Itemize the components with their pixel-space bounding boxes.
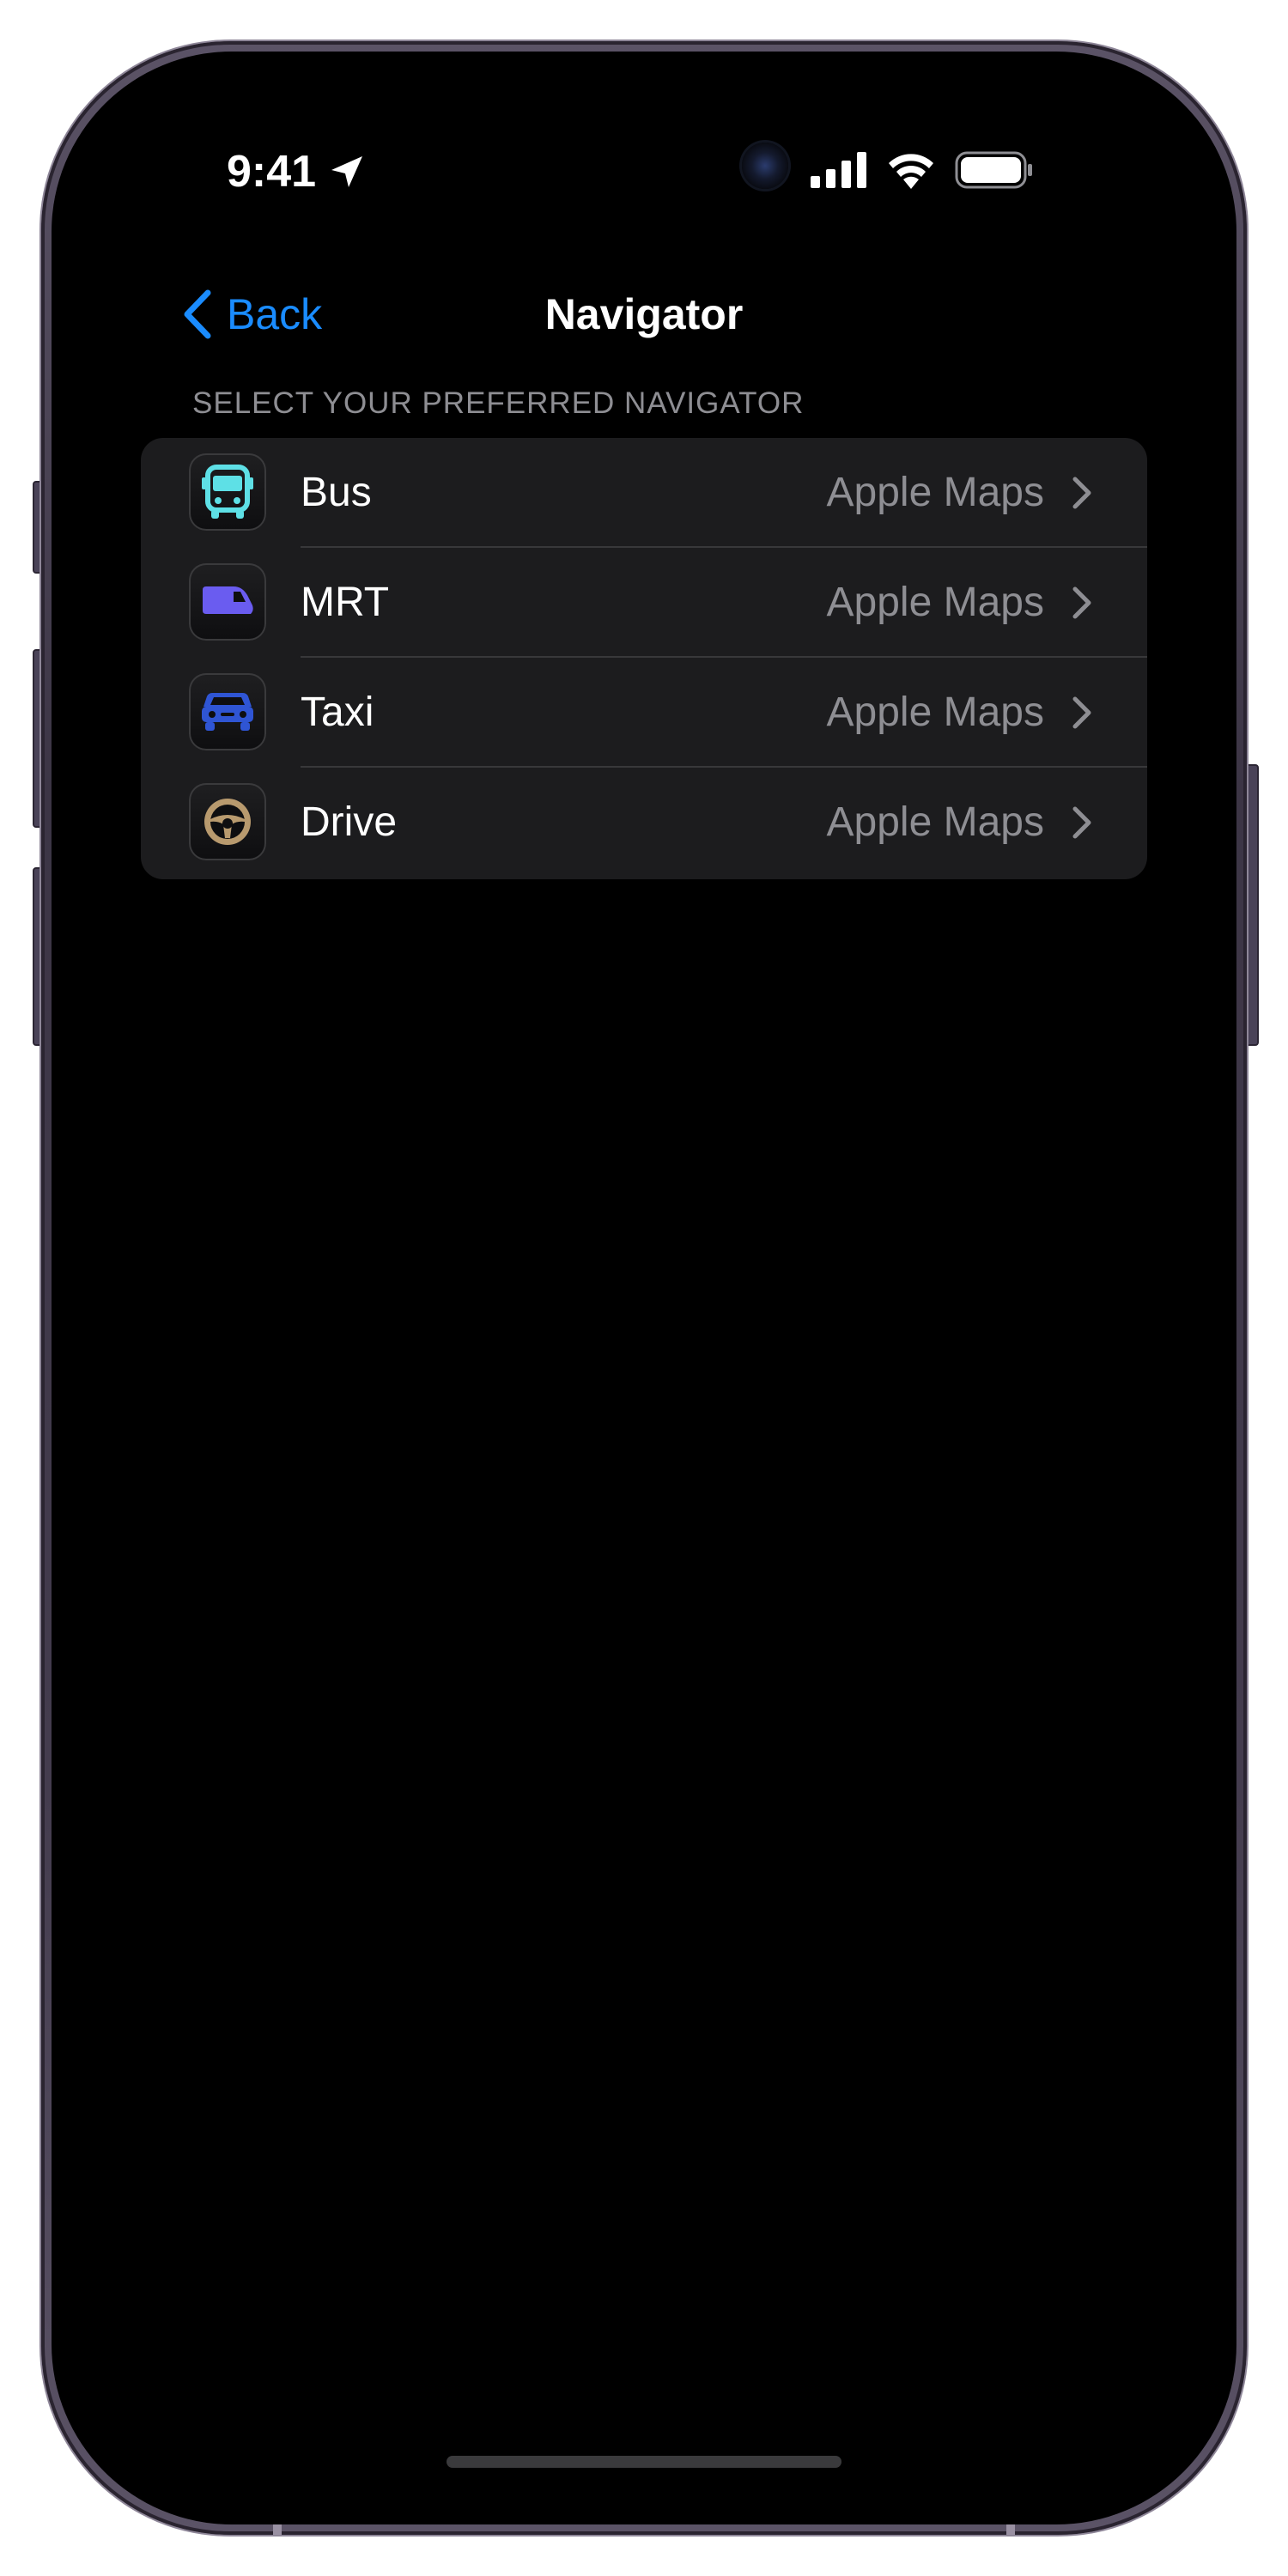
list-item-taxi[interactable]: Taxi Apple Maps xyxy=(141,658,1147,768)
list-item-drive[interactable]: Drive Apple Maps xyxy=(141,768,1147,878)
chevron-right-icon xyxy=(1072,477,1091,509)
chevron-right-icon xyxy=(1072,586,1091,619)
row-value: Apple Maps xyxy=(826,799,1044,845)
chevron-right-icon xyxy=(1072,696,1091,729)
row-value: Apple Maps xyxy=(826,580,1044,625)
status-time: 9:41 xyxy=(227,141,366,203)
page: 9:41 Navigator Back SELECT YOUR PREFERRE… xyxy=(0,0,1288,2576)
status-icons xyxy=(811,151,1034,189)
row-value: Apple Maps xyxy=(826,470,1044,515)
screen: 9:41 Navigator Back SELECT YOUR PREFERRE… xyxy=(62,62,1226,2514)
row-label: Bus xyxy=(301,470,372,515)
steering-wheel-icon xyxy=(189,783,266,860)
front-camera xyxy=(742,143,788,189)
row-label: MRT xyxy=(301,580,390,625)
chevron-left-icon xyxy=(184,289,211,339)
back-button[interactable]: Back xyxy=(182,283,322,345)
back-label: Back xyxy=(227,290,323,338)
navigator-options: Bus Apple Maps MRT Apple Maps Taxi Apple… xyxy=(141,438,1147,879)
row-value: Apple Maps xyxy=(826,690,1044,735)
wifi-icon xyxy=(889,154,933,189)
list-item-mrt[interactable]: MRT Apple Maps xyxy=(141,548,1147,658)
section-header: SELECT YOUR PREFERRED NAVIGATOR xyxy=(192,386,805,420)
list-item-bus[interactable]: Bus Apple Maps xyxy=(141,438,1147,548)
home-indicator[interactable] xyxy=(447,2456,841,2468)
time-label: 9:41 xyxy=(227,147,317,197)
car-icon xyxy=(189,673,266,750)
bus-icon xyxy=(189,453,266,531)
row-label: Drive xyxy=(301,799,398,845)
battery-icon xyxy=(955,151,1032,189)
train-icon xyxy=(189,563,266,641)
chevron-right-icon xyxy=(1072,806,1091,839)
location-arrow-icon xyxy=(331,156,363,187)
cellular-signal-icon xyxy=(811,152,866,188)
row-label: Taxi xyxy=(301,690,374,735)
